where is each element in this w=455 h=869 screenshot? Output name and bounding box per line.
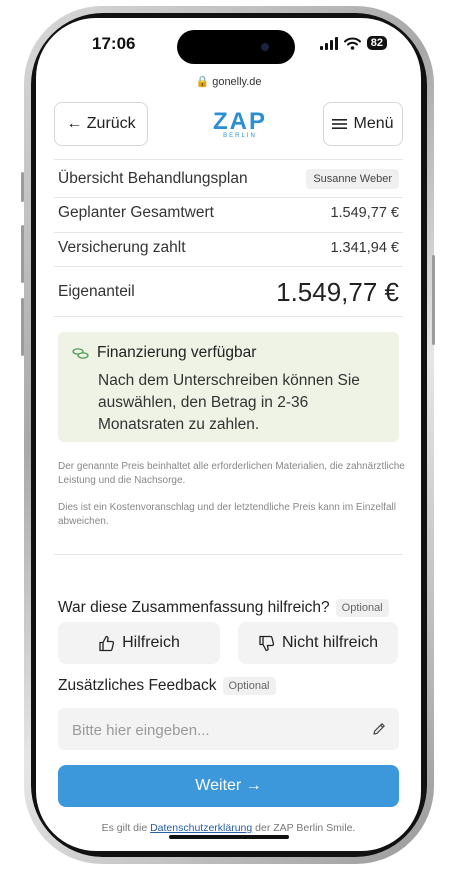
helpful-button[interactable]: Hilfreich <box>58 622 220 664</box>
battery-icon: 82 <box>366 36 387 50</box>
insurance-value: 1.341,94 € <box>330 240 399 256</box>
feedback-question: War diese Zusammenfassung hilfreich? <box>58 599 330 616</box>
url-bar[interactable]: 🔒 gonelly.de <box>36 75 421 88</box>
plan-title: Übersicht Behandlungsplan <box>58 170 248 187</box>
divider <box>54 316 403 317</box>
plan-header: Übersicht Behandlungsplan Susanne Weber <box>58 164 399 194</box>
back-button[interactable]: ← Zurück <box>54 102 148 146</box>
financing-box: Finanzierung verfügbar Nach dem Untersch… <box>58 332 399 442</box>
financing-title-row: Finanzierung verfügbar <box>72 344 256 362</box>
patient-badge: Susanne Weber <box>306 169 399 189</box>
continue-button[interactable]: Weiter → <box>58 765 399 807</box>
optional-badge: Optional <box>335 599 389 617</box>
not-helpful-label: Nicht hilfreich <box>281 634 379 651</box>
divider <box>54 266 403 267</box>
not-helpful-button[interactable]: Nicht hilfreich <box>238 622 398 664</box>
menu-icon <box>332 119 348 129</box>
back-button-label: ← Zurück <box>66 115 136 132</box>
pencil-icon <box>373 723 385 735</box>
extra-feedback-label: Zusätzliches Feedback <box>58 677 217 694</box>
privacy-notice: Es gilt die Datenschutzerklärung der ZAP… <box>36 822 421 834</box>
thumbs-up-icon <box>99 635 115 651</box>
insurance-label: Versicherung zahlt <box>58 239 186 256</box>
status-bar: 17:06 82 <box>36 18 421 72</box>
own-share-label: Eigenanteil <box>58 283 135 300</box>
lock-icon: 🔒 <box>195 76 210 88</box>
thumbs-down-icon <box>259 635 275 651</box>
screen: 17:06 82 🔒 gonelly.de ← Zurück ZAP BERLI… <box>36 18 421 851</box>
total-value: 1.549,77 € <box>330 205 399 221</box>
continue-label: Weiter → <box>195 777 262 794</box>
home-indicator[interactable] <box>169 835 289 839</box>
feedback-input[interactable] <box>70 708 354 752</box>
own-share-value: 1.549,77 € <box>276 276 399 307</box>
top-nav: ← Zurück ZAP BERLIN Menü <box>54 102 403 146</box>
divider <box>54 197 403 198</box>
divider <box>54 159 403 160</box>
feedback-question-row: War diese Zusammenfassung hilfreich? Opt… <box>58 599 389 617</box>
status-icons: 82 <box>319 36 387 50</box>
wifi-icon <box>343 37 361 50</box>
menu-button-label: Menü <box>353 115 394 132</box>
volume-up-button <box>21 225 24 283</box>
dynamic-island <box>177 30 295 64</box>
status-time: 17:06 <box>92 34 136 53</box>
menu-button[interactable]: Menü <box>323 102 403 146</box>
financing-text: Nach dem Unterschreiben können Sie auswä… <box>98 372 360 433</box>
signal-icon <box>319 36 338 50</box>
feedback-input-box <box>58 708 399 752</box>
row-insurance: Versicherung zahlt 1.341,94 € <box>58 234 399 262</box>
row-own-share: Eigenanteil 1.549,77 € <box>58 274 399 310</box>
volume-down-button <box>21 298 24 356</box>
mute-switch <box>21 172 24 202</box>
privacy-link[interactable]: Datenschutzerklärung <box>150 822 252 834</box>
financing-title: Finanzierung verfügbar <box>97 344 257 361</box>
privacy-suffix: der ZAP Berlin Smile. <box>255 822 356 834</box>
row-total: Geplanter Gesamtwert 1.549,77 € <box>58 199 399 227</box>
logo-text: ZAP <box>213 108 267 135</box>
privacy-prefix: Es gilt die <box>101 822 148 834</box>
extra-feedback-row: Zusätzliches Feedback Optional <box>58 677 276 695</box>
divider <box>54 554 403 555</box>
zap-logo[interactable]: ZAP BERLIN <box>210 108 270 139</box>
total-label: Geplanter Gesamtwert <box>58 204 214 221</box>
note-price: Der genannte Preis beinhaltet alle erfor… <box>58 461 405 486</box>
divider <box>54 232 403 233</box>
camera-dot <box>261 43 269 51</box>
helpful-label: Hilfreich <box>122 634 180 651</box>
power-button <box>432 255 435 345</box>
note-estimate: Dies ist ein Kostenvoranschlag und der l… <box>58 502 396 527</box>
optional-badge: Optional <box>222 677 276 695</box>
url-text: gonelly.de <box>212 76 262 88</box>
coins-icon <box>72 347 89 359</box>
